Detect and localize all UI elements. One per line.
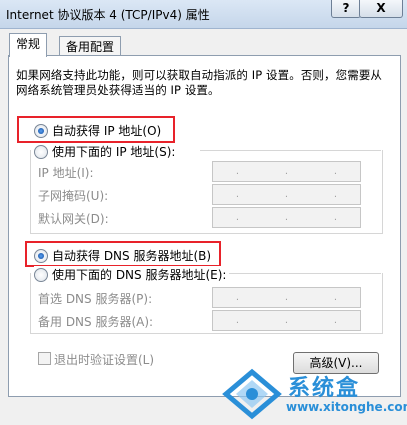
radio-manual-ip-label: 使用下面的 IP 地址(S): [52, 145, 176, 159]
radio-manual-dns-indicator[interactable] [34, 267, 48, 282]
alternate-dns-field[interactable]: ... [212, 310, 361, 331]
validate-on-exit-checkbox[interactable] [38, 352, 51, 365]
preferred-dns-label: 首选 DNS 服务器(P): [38, 292, 153, 306]
window-title: Internet 协议版本 4 (TCP/IPv4) 属性 [6, 8, 210, 22]
default-gateway-field[interactable]: ... [212, 207, 361, 228]
description-text: 如果网络支持此功能，则可以获取自动指派的 IP 设置。否则，您需要从网络系统管理… [16, 68, 383, 97]
watermark-url: www.xitonghe.com [286, 400, 407, 414]
radio-auto-ip-label: 自动获得 IP 地址(O) [52, 124, 162, 138]
subnet-mask-label: 子网掩码(U): [38, 189, 109, 203]
subnet-mask-field[interactable]: ... [212, 184, 361, 205]
title-bar: Internet 协议版本 4 (TCP/IPv4) 属性 ? X [0, 0, 407, 29]
radio-manual-ip[interactable]: 使用下面的 IP 地址(S): [34, 143, 179, 160]
radio-manual-dns-label: 使用下面的 DNS 服务器地址(E): [52, 268, 227, 282]
watermark-logo: 系统盒 www.xitonghe.com [222, 368, 407, 420]
radio-auto-ip[interactable]: 自动获得 IP 地址(O) [34, 122, 161, 139]
radio-manual-ip-indicator[interactable] [34, 144, 48, 159]
default-gateway-label: 默认网关(D): [38, 212, 109, 226]
watermark-emblem-icon [222, 368, 282, 420]
ip-address-label: IP 地址(I): [38, 166, 94, 180]
tab-alternate-config[interactable]: 备用配置 [59, 36, 122, 57]
close-button[interactable]: X [359, 0, 403, 18]
radio-auto-dns-label: 自动获得 DNS 服务器地址(B) [52, 249, 212, 263]
radio-auto-ip-indicator[interactable] [34, 123, 48, 138]
radio-manual-dns[interactable]: 使用下面的 DNS 服务器地址(E): [34, 266, 230, 283]
dns-group-line [222, 273, 381, 274]
watermark-name: 系统盒 [288, 376, 361, 401]
preferred-dns-field[interactable]: ... [212, 287, 361, 308]
help-button[interactable]: ? [331, 0, 361, 18]
tab-general[interactable]: 常规 [9, 33, 48, 57]
radio-auto-dns[interactable]: 自动获得 DNS 服务器地址(B) [34, 247, 211, 264]
alternate-dns-label: 备用 DNS 服务器(A): [38, 315, 154, 329]
radio-auto-dns-indicator[interactable] [34, 248, 48, 263]
ip-address-field[interactable]: ... [212, 161, 361, 182]
validate-on-exit-label: 退出时验证设置(L) [54, 353, 155, 367]
ip-group-line [200, 150, 381, 151]
